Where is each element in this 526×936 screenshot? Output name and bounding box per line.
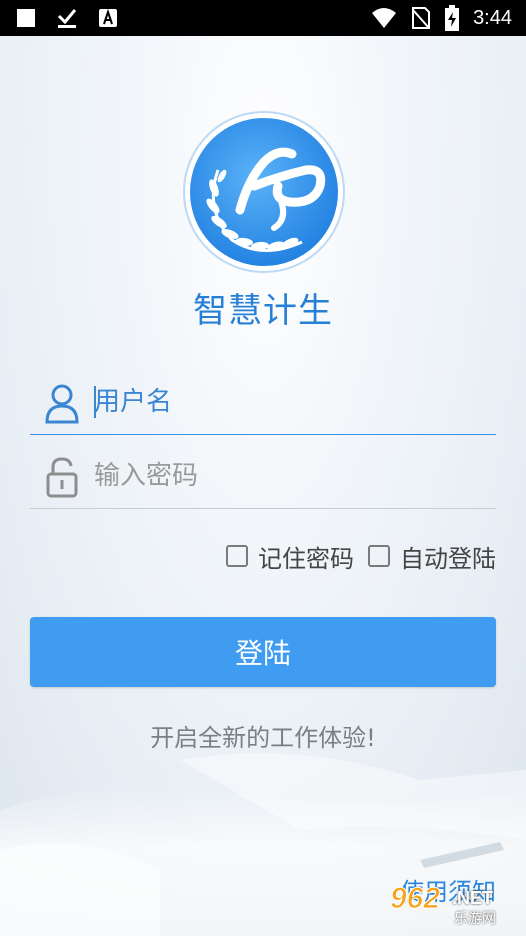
download-done-icon <box>57 9 77 28</box>
wifi-icon <box>372 8 397 28</box>
no-sim-icon <box>412 7 431 29</box>
auto-login-checkbox[interactable] <box>368 545 390 567</box>
status-left-icons <box>16 0 118 36</box>
notification-square-icon <box>17 9 35 27</box>
user-icon <box>45 384 79 424</box>
fp-laurel-logo-icon <box>183 111 345 273</box>
username-field <box>30 374 496 435</box>
battery-charging-icon <box>445 5 460 31</box>
login-button[interactable]: 登陆 <box>30 617 496 687</box>
remember-password-checkbox[interactable] <box>226 545 248 567</box>
remember-password-label: 记住密码 <box>258 544 354 573</box>
watermark-net: .NET <box>452 888 494 908</box>
app-title: 智慧计生 <box>193 291 333 331</box>
remember-password-option[interactable]: 记住密码 <box>226 539 354 574</box>
password-field <box>30 448 496 509</box>
status-right-icons: 3:44 <box>371 0 512 36</box>
watermark-number: 962 <box>389 882 441 916</box>
status-time: 3:44 <box>473 6 512 29</box>
app-a-icon <box>99 8 117 27</box>
site-watermark: 962 .NET 乐游网 <box>389 882 520 930</box>
auto-login-label: 自动登陆 <box>400 544 496 573</box>
password-input[interactable] <box>94 454 484 498</box>
status-bar: 3:44 <box>0 0 526 36</box>
lock-icon <box>46 457 78 498</box>
watermark-cn: 乐游网 <box>454 911 496 927</box>
login-screen: 3:44 智慧计生 用户名 记住密码 自动登陆 登陆 开启全新的工作体验! 使用… <box>0 0 526 936</box>
slogan-text: 开启全新的工作体验! <box>150 724 376 752</box>
auto-login-option[interactable]: 自动登陆 <box>368 539 496 574</box>
login-options: 记住密码 自动登陆 <box>226 536 496 576</box>
username-input[interactable] <box>94 380 484 424</box>
